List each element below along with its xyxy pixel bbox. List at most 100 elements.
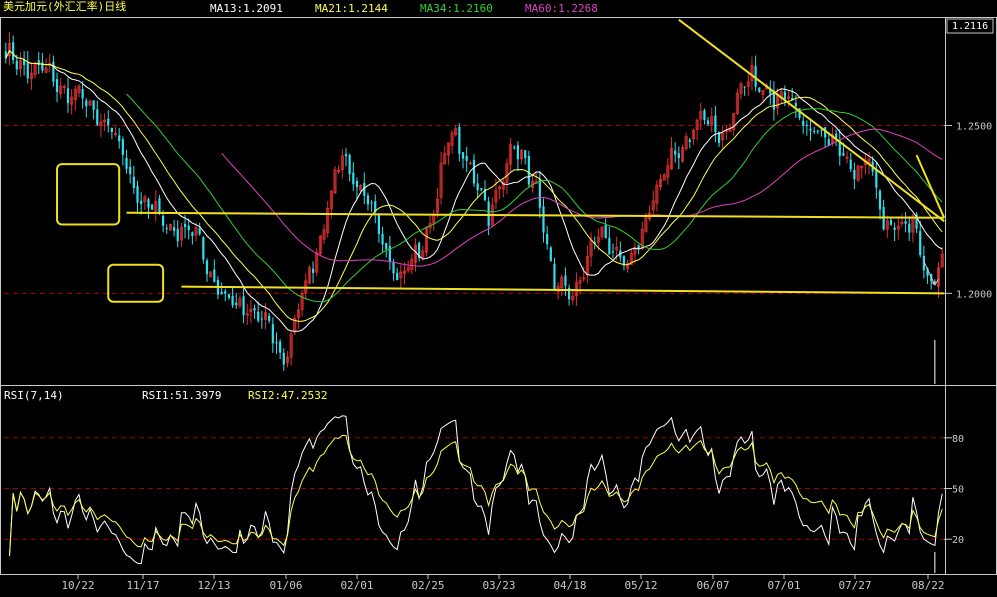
candle-body-21 xyxy=(81,89,84,99)
candle-body-46 xyxy=(172,227,176,231)
x-tick-label-0: 10/22 xyxy=(61,579,94,592)
candle-body-22 xyxy=(85,100,88,107)
price-tick-label-0: 1.2500 xyxy=(956,121,992,132)
candle-body-42 xyxy=(158,198,161,213)
rsi-tick-label-1: 50 xyxy=(952,485,964,496)
candle-body-10 xyxy=(41,62,44,71)
candle-body-104 xyxy=(385,243,388,250)
rsi-tick-label-2: 20 xyxy=(952,535,964,546)
candle-body-63 xyxy=(235,302,238,306)
candle-body-69 xyxy=(257,311,260,321)
candle-body-57 xyxy=(213,269,216,282)
candle-body-124 xyxy=(458,126,461,154)
x-tick-label-12: 08/22 xyxy=(911,579,944,592)
candle-body-107 xyxy=(396,272,399,280)
candle-body-76 xyxy=(282,352,285,365)
rsi-panel-frame xyxy=(0,385,997,575)
candle-body-191 xyxy=(703,110,706,121)
candle-body-14 xyxy=(55,79,59,92)
candle-body-222 xyxy=(816,130,819,132)
candle-body-99 xyxy=(366,195,370,205)
candle-body-139 xyxy=(513,147,516,149)
rsi2-line xyxy=(9,434,943,557)
candle-body-13 xyxy=(52,61,55,82)
candle-body-6 xyxy=(26,62,29,79)
candle-body-31 xyxy=(118,135,121,142)
x-tick-label-5: 02/25 xyxy=(411,579,444,592)
candle-body-28 xyxy=(107,118,110,126)
candle-body-223 xyxy=(820,129,823,131)
candle-body-247 xyxy=(908,223,911,233)
current-price-label: 1.2116 xyxy=(952,21,989,32)
candle-body-70 xyxy=(260,318,263,320)
candle-body-74 xyxy=(275,342,278,344)
candle-body-72 xyxy=(268,315,271,321)
forecast-arrow xyxy=(923,261,936,286)
candle-body-246 xyxy=(904,221,907,224)
candle-body-43 xyxy=(162,215,165,226)
candle-body-243 xyxy=(893,227,896,230)
candle-body-53 xyxy=(198,228,201,235)
candle-body-24 xyxy=(92,100,95,110)
candle-body-35 xyxy=(132,176,135,189)
candle-body-65 xyxy=(242,296,245,316)
candle-body-103 xyxy=(381,233,384,245)
ma-line-ma60 xyxy=(221,128,943,267)
candle-body-68 xyxy=(253,307,256,311)
candle-body-2 xyxy=(12,42,15,60)
candle-body-34 xyxy=(129,166,132,175)
ma21-readout: MA21:1.2144 xyxy=(315,2,388,15)
candle-body-146 xyxy=(538,179,541,208)
candle-body-75 xyxy=(279,341,282,353)
candle-body-183 xyxy=(674,150,677,155)
candle-body-129 xyxy=(476,183,479,191)
candle-body-142 xyxy=(524,150,527,159)
rsi-title: RSI(7,14) xyxy=(4,389,64,402)
x-tick-label-11: 07/27 xyxy=(838,579,871,592)
candle-body-128 xyxy=(472,159,476,184)
candle-body-148 xyxy=(546,234,549,245)
x-tick-label-9: 06/07 xyxy=(696,579,729,592)
ma34-readout: MA34:1.2160 xyxy=(420,2,493,15)
ma13-readout: MA13:1.2091 xyxy=(210,2,283,15)
price-panel-frame xyxy=(0,17,997,386)
candle-body-93 xyxy=(344,153,348,157)
candle-body-143 xyxy=(527,155,530,185)
annotation-box-0 xyxy=(56,163,121,226)
candle-body-9 xyxy=(37,60,40,66)
candle-body-147 xyxy=(542,206,545,233)
candle-body-44 xyxy=(165,228,168,230)
candle-body-61 xyxy=(227,294,231,298)
x-tick-label-3: 01/06 xyxy=(269,579,302,592)
trendline-1 xyxy=(915,154,946,219)
x-tick-label-8: 05/12 xyxy=(624,579,657,592)
candle-body-17 xyxy=(66,88,70,104)
candle-body-149 xyxy=(549,247,552,261)
candle-body-60 xyxy=(224,291,227,294)
x-tick-label-4: 02/01 xyxy=(340,579,373,592)
candle-body-231 xyxy=(849,159,852,170)
rsi1-readout: RSI1:51.3979 xyxy=(142,389,222,402)
candle-body-96 xyxy=(355,181,359,188)
candle-body-84 xyxy=(311,268,315,273)
candle-body-187 xyxy=(688,139,691,142)
candle-body-238 xyxy=(875,169,878,188)
chart-window: 1.2500 1.2000 80 50 20 10/22 11/17 12/13 01/06 02… xyxy=(0,0,997,593)
candle-body-242 xyxy=(889,219,893,225)
candle-body-73 xyxy=(271,324,274,344)
candle-body-219 xyxy=(805,125,808,127)
x-tick-label-10: 07/01 xyxy=(767,579,800,592)
candle-body-220 xyxy=(809,128,812,131)
candle-body-216 xyxy=(794,103,797,107)
chart-title: 美元加元(外汇汇率)日线 xyxy=(3,0,127,13)
rsi-tick-label-0: 80 xyxy=(952,434,964,445)
candle-body-47 xyxy=(176,228,179,242)
candle-body-36 xyxy=(136,185,139,203)
rsi2-readout: RSI2:47.2532 xyxy=(248,389,328,402)
candle-body-213 xyxy=(783,91,786,100)
trendline-2 xyxy=(126,211,945,219)
trendline-0 xyxy=(678,18,945,222)
price-chart: 1.2500 1.2000 80 50 20 10/22 11/17 12/13 01/06 02… xyxy=(0,17,997,592)
trendlines xyxy=(126,18,946,573)
x-tick-label-7: 04/18 xyxy=(553,579,586,592)
